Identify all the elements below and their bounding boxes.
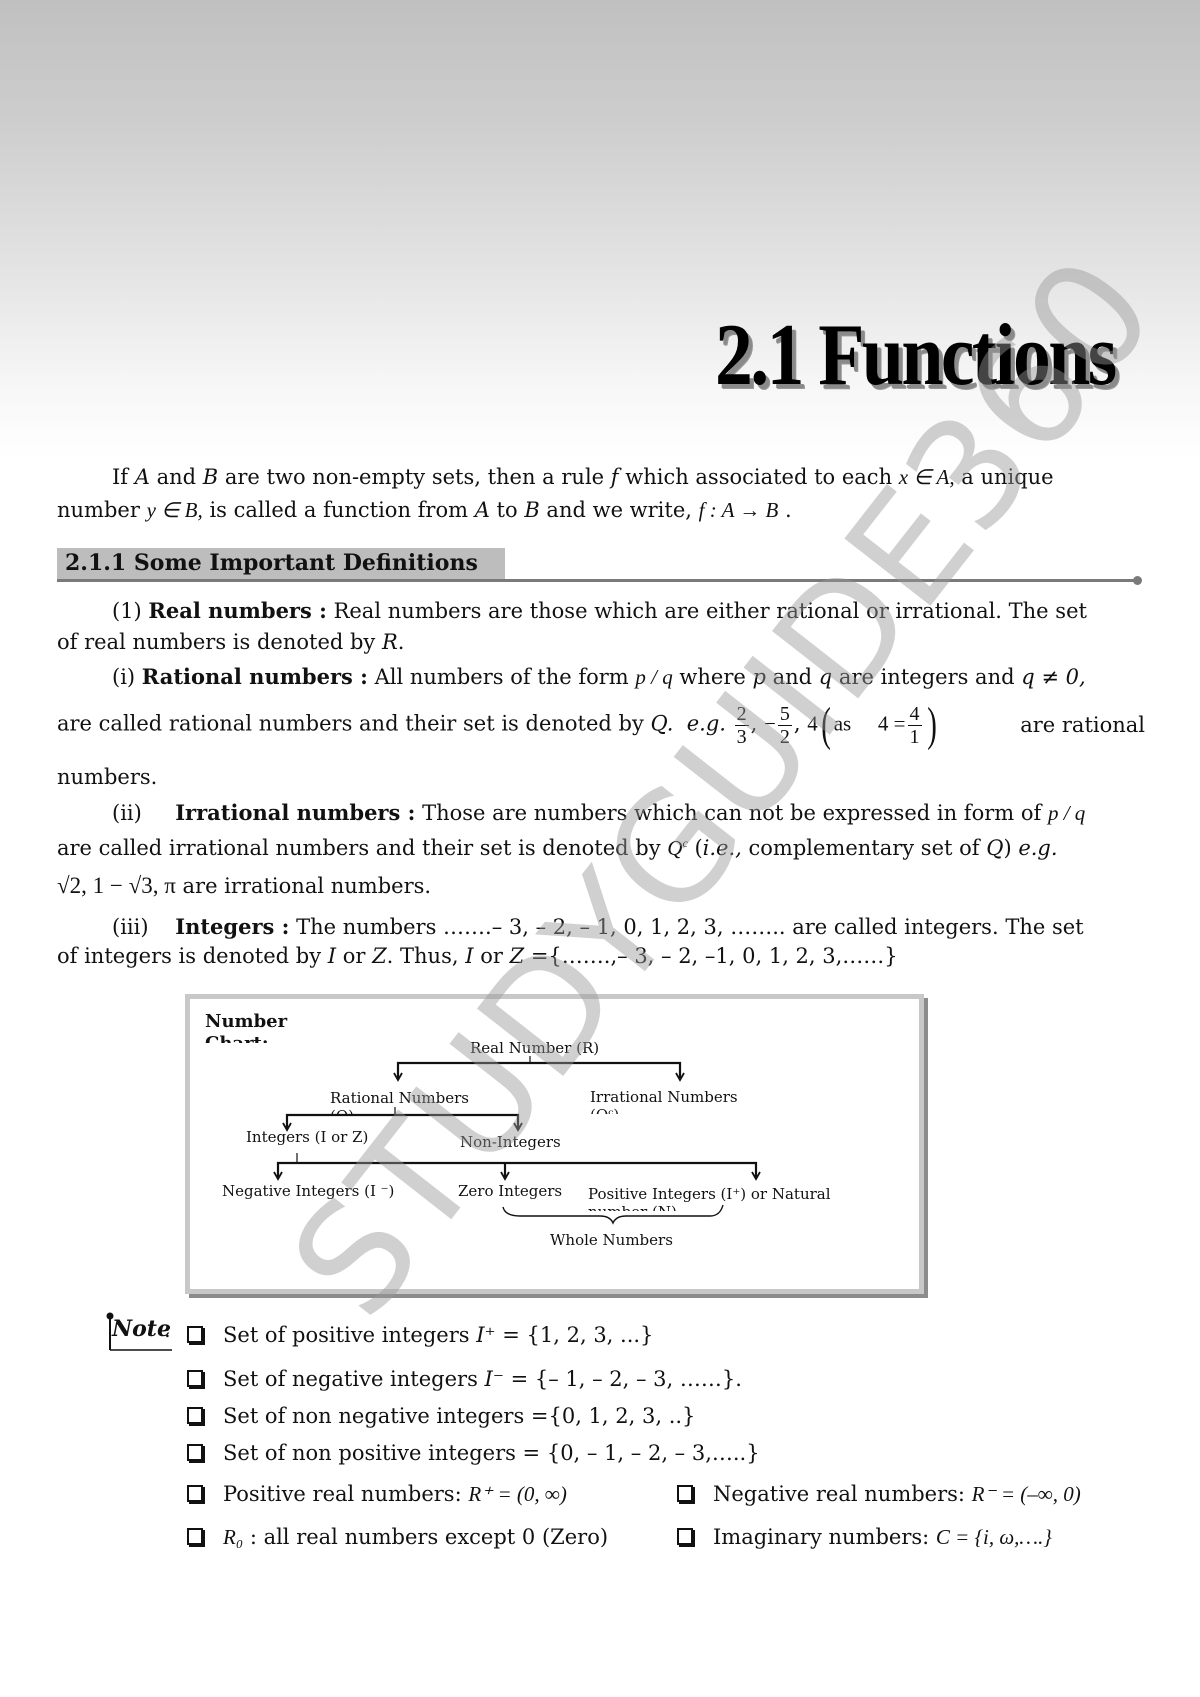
- def-irrational-line-2: are called irrational numbers and their …: [57, 836, 1058, 860]
- def-rational-term: Rational numbers :: [141, 664, 368, 689]
- fraction-four-over-one: 41: [907, 702, 922, 748]
- checkbox-bullet-icon: [187, 1528, 203, 1545]
- node-positive-integers: Positive Integers (I⁺) or Natural: [588, 1185, 831, 1203]
- node-irrational-sub: (Qᶜ): [590, 1106, 619, 1114]
- checkbox-bullet-icon: [187, 1407, 203, 1424]
- node-integers: Integers (I or Z): [246, 1128, 369, 1146]
- section-rule-dot: [1133, 576, 1142, 585]
- number-chart: Number Chart: Real Number (R) Rational N…: [185, 994, 924, 1294]
- checkbox-bullet-icon: [187, 1444, 203, 1461]
- note-item: Positive real numbers: R⁺ = (0, ∞): [187, 1482, 567, 1507]
- note-item: Negative real numbers: R⁻ = (–∞, 0): [677, 1482, 1081, 1507]
- def-real-line-1: (1) Real numbers : Real numbers are thos…: [112, 598, 1087, 623]
- node-rational-sub: (Q): [330, 1107, 354, 1114]
- checkbox-bullet-icon: [187, 1370, 203, 1387]
- note-item: Set of positive integers I⁺ = {1, 2, 3, …: [187, 1323, 653, 1347]
- node-positive-sub: number (N): [588, 1203, 677, 1211]
- note-item: Set of negative integers I⁻ = {– 1, – 2,…: [187, 1367, 742, 1391]
- connector-rational-branch: [285, 1113, 520, 1128]
- node-zero-integers: Zero Integers: [458, 1182, 563, 1200]
- def-irrational-term: Irrational numbers :: [175, 800, 416, 825]
- section-heading: 2.1.1 Some Important Definitions: [57, 548, 1142, 585]
- node-whole-numbers: Whole Numbers: [550, 1231, 673, 1249]
- fraction-five-halves: 52: [777, 702, 792, 748]
- def-integers-line-1: (iii) Integers : The numbers …….– 3, – 2…: [112, 914, 1084, 939]
- def-real-line-2: of real numbers is denoted by R.: [57, 630, 405, 654]
- note-item: Imaginary numbers: C = {i, ω,….}: [677, 1525, 1052, 1550]
- def-integers-term: Integers :: [175, 914, 290, 939]
- checkbox-bullet-icon: [677, 1528, 693, 1545]
- def-irrational-line-3: √2, 1 − √3, π are irrational numbers.: [57, 873, 432, 898]
- section-heading-label: 2.1.1 Some Important Definitions: [57, 548, 505, 579]
- def-rational-line-2: are called rational numbers and their se…: [57, 698, 1145, 751]
- checkbox-bullet-icon: [187, 1326, 203, 1343]
- node-real-number: Real Number (R): [470, 1039, 600, 1057]
- connector-integers-branch: [276, 1161, 758, 1177]
- connector-real-branch: [396, 1061, 682, 1078]
- checkbox-bullet-icon: [187, 1485, 203, 1502]
- def-integers-line-2: of integers is denoted by I or Z. Thus, …: [57, 944, 898, 968]
- page-title: 2.1 Functions: [715, 307, 1117, 404]
- intro-line-1: If A and B are two non-empty sets, then …: [112, 465, 1054, 489]
- intro-line-2: number y ∈ B, is called a function from …: [57, 498, 792, 522]
- fraction-two-thirds: 23: [734, 702, 749, 748]
- checkbox-bullet-icon: [677, 1485, 693, 1502]
- def-rational-line-1: (i) Rational numbers : All numbers of th…: [112, 664, 1086, 689]
- node-negative-integers: Negative Integers (I ⁻): [222, 1182, 395, 1200]
- node-irrational-numbers: Irrational Numbers: [590, 1088, 738, 1106]
- def-real-term: Real numbers :: [148, 598, 327, 623]
- note-item: Set of non negative integers ={0, 1, 2, …: [187, 1404, 695, 1428]
- note-item: R₀ : all real numbers except 0 (Zero): [187, 1525, 608, 1550]
- node-rational-numbers: Rational Numbers: [330, 1089, 469, 1107]
- def-rational-line-3: numbers.: [57, 765, 158, 789]
- note-item: Set of non positive integers = {0, – 1, …: [187, 1441, 760, 1465]
- section-rule: [57, 579, 1140, 582]
- def-irrational-line-1: (ii) Irrational numbers : Those are numb…: [112, 800, 1086, 825]
- node-non-integers: Non-Integers: [460, 1133, 561, 1151]
